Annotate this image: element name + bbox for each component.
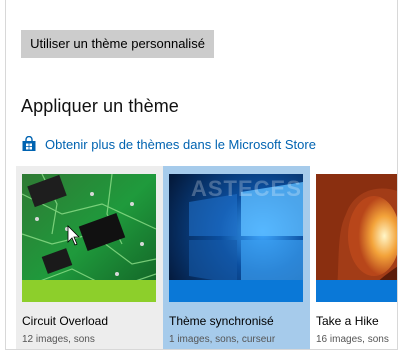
theme-thumbnail <box>316 174 397 302</box>
theme-name: Circuit Overload <box>22 314 109 328</box>
theme-settings-panel: Utiliser un thème personnalisé Appliquer… <box>5 0 398 350</box>
theme-description: 1 images, sons, curseur <box>169 334 276 345</box>
theme-description: 12 images, sons <box>22 334 95 345</box>
theme-list: Circuit Overload 12 images, sons Thème s… <box>16 166 397 349</box>
theme-tile-take-a-hike[interactable]: Take a Hike 16 images, sons <box>310 166 397 349</box>
theme-description: 16 images, sons <box>316 334 389 345</box>
store-link-label: Obtenir plus de thèmes dans le Microsoft… <box>45 136 316 152</box>
use-custom-theme-button[interactable]: Utiliser un thème personnalisé <box>21 30 214 58</box>
theme-thumbnail <box>22 174 156 302</box>
windows-logo-image <box>169 174 303 302</box>
store-bag-icon <box>21 135 37 152</box>
rock-arch-image <box>316 174 397 302</box>
theme-name: Thème synchronisé <box>169 314 274 328</box>
theme-tile-circuit-overload[interactable]: Circuit Overload 12 images, sons <box>16 166 163 349</box>
microsoft-store-link[interactable]: Obtenir plus de thèmes dans le Microsoft… <box>21 135 316 153</box>
theme-tile-synchronized[interactable]: Thème synchronisé 1 images, sons, curseu… <box>163 166 310 349</box>
section-title: Appliquer un thème <box>21 96 179 116</box>
theme-name: Take a Hike <box>316 314 379 328</box>
theme-thumbnail <box>169 174 303 302</box>
circuit-board-image <box>22 174 156 302</box>
